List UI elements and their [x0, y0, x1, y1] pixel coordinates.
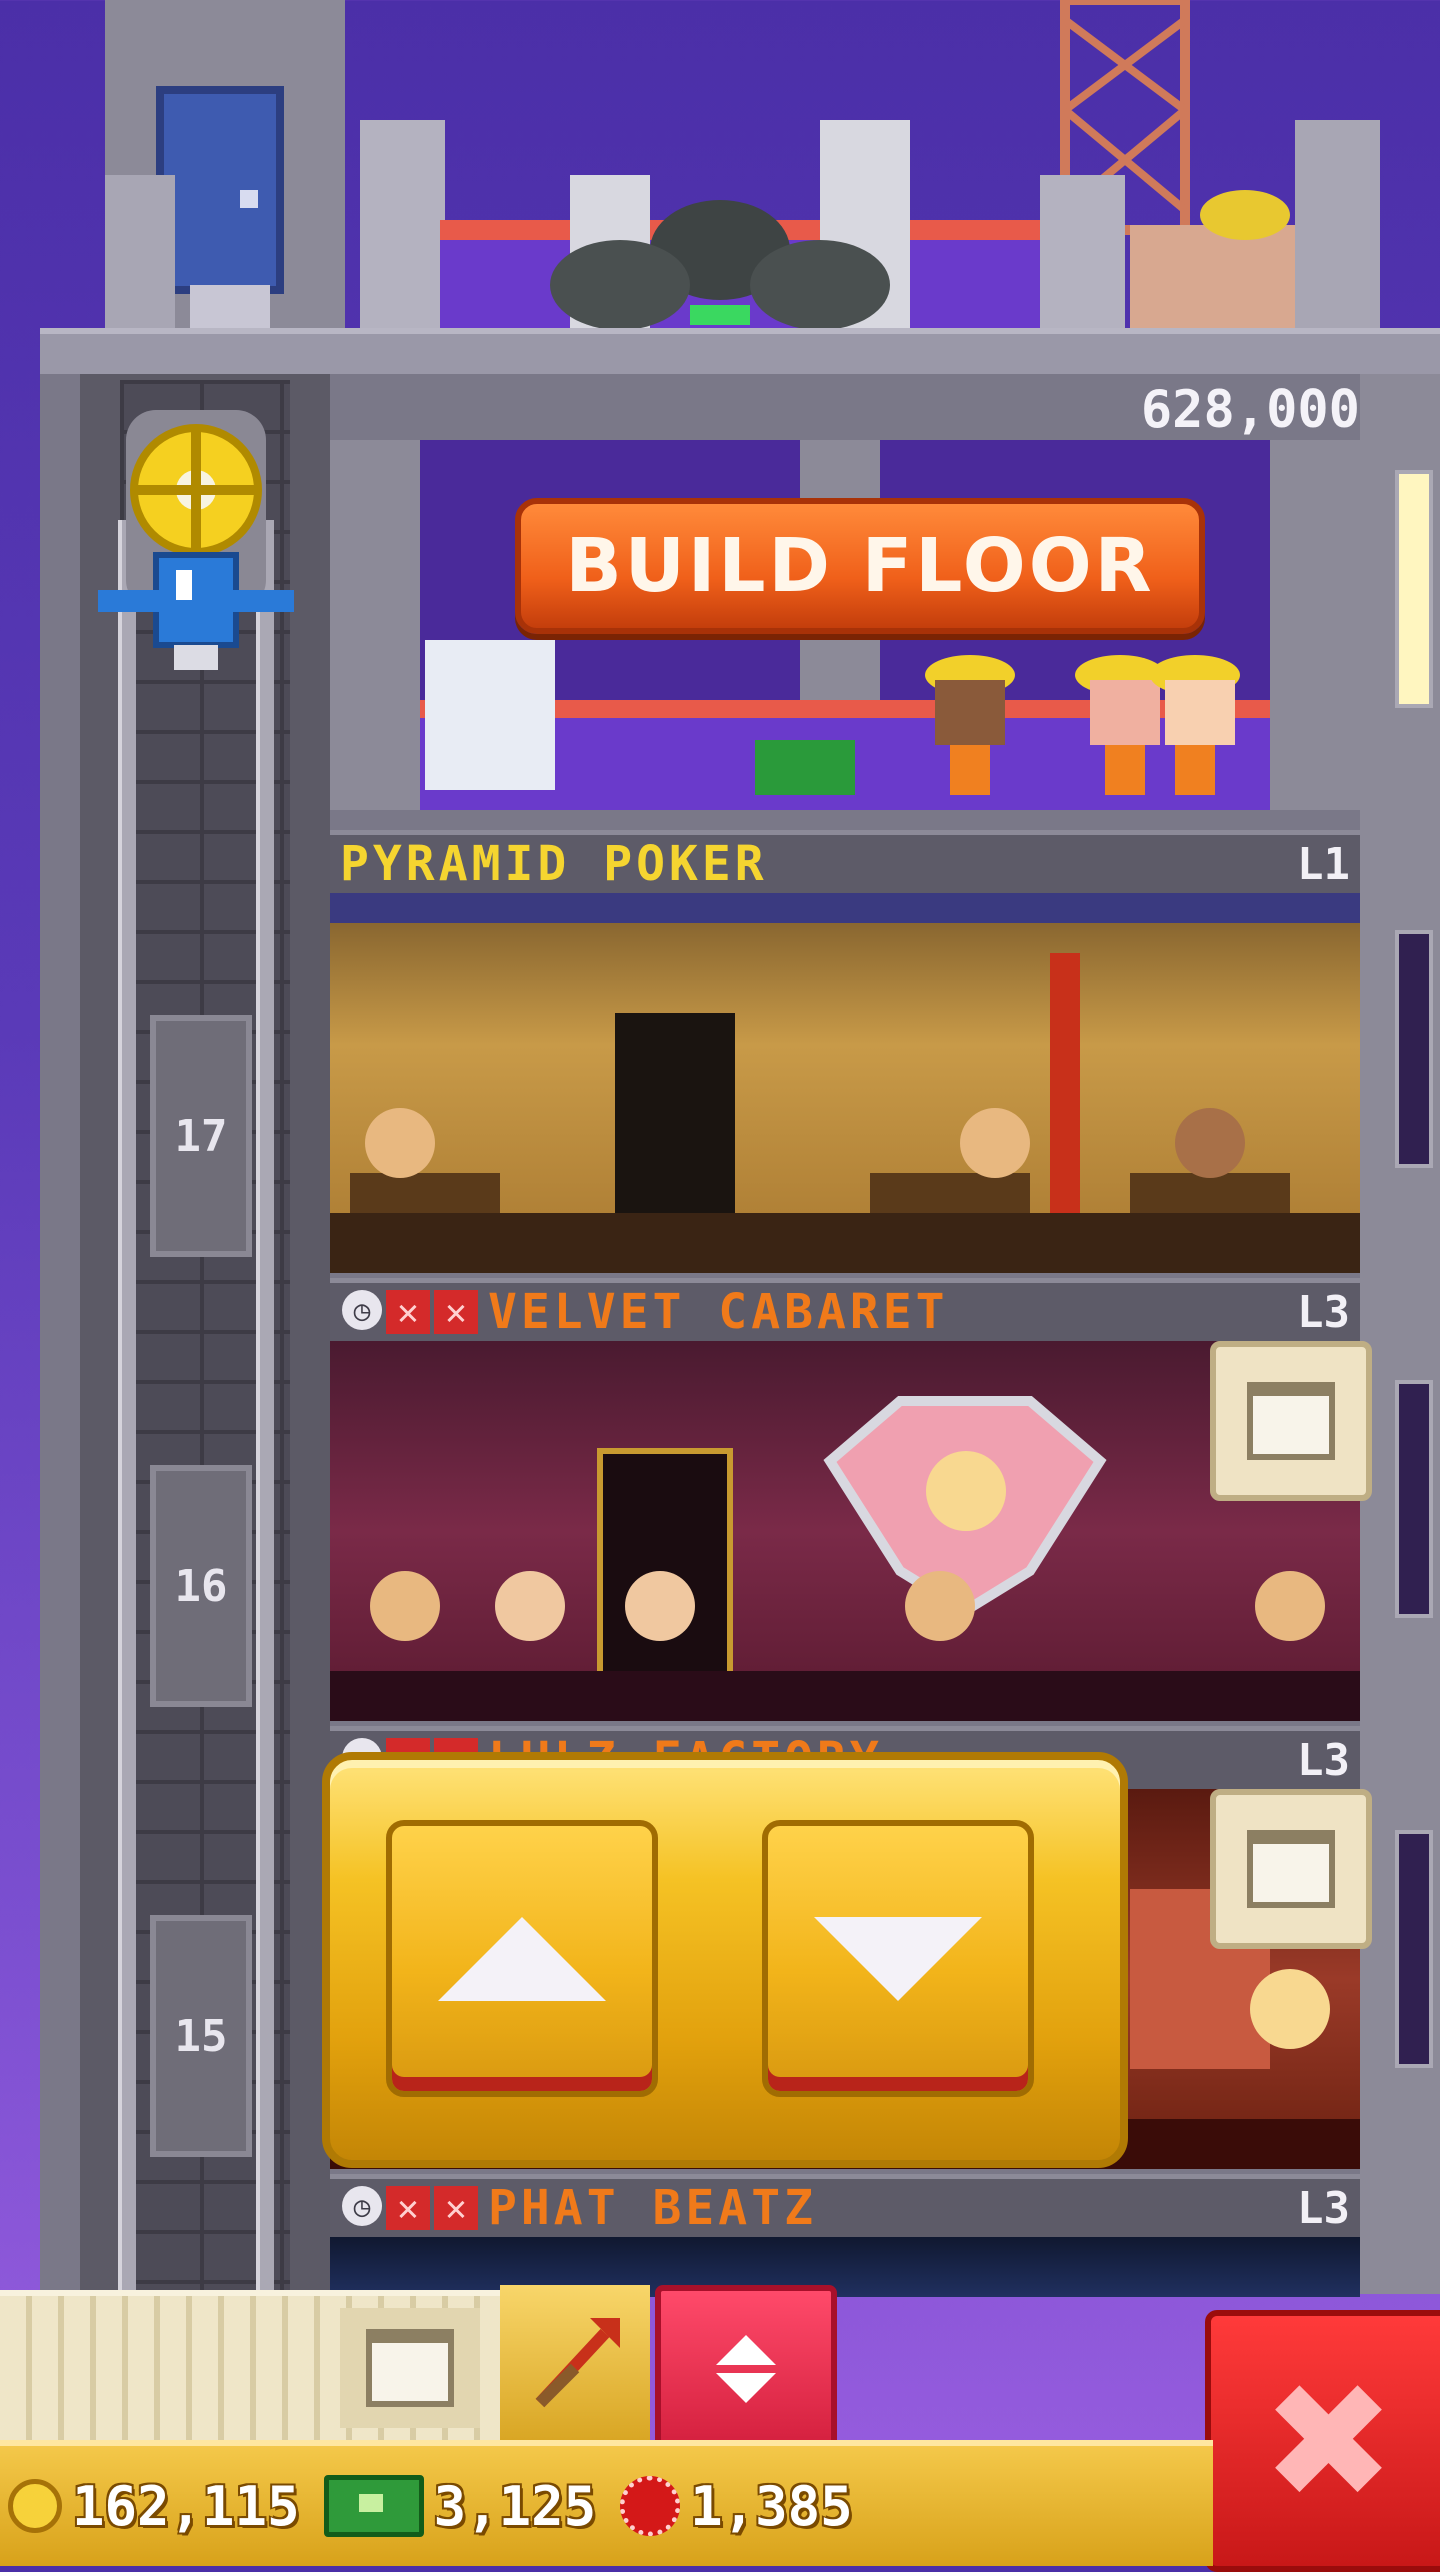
floor-level: L3 — [1297, 1286, 1350, 1338]
stock-crate-button[interactable] — [1210, 1341, 1372, 1501]
roof-scene — [0, 0, 1440, 350]
build-tool-button[interactable] — [500, 2285, 650, 2440]
build-floor-button[interactable]: BUILD FLOOR — [515, 498, 1205, 634]
shaft-floor-number: 16 — [150, 1465, 252, 1707]
bux-icon — [323, 2475, 424, 2537]
floor-header-velvet-cabaret: ◷ ✕ ✕ VELVET CABARET L3 — [330, 1278, 1360, 1346]
crate-icon — [366, 2329, 454, 2407]
floor-header-pyramid-poker: PYRAMID POKER L1 — [330, 830, 1360, 898]
x-mark-icon: ✕ — [386, 1290, 430, 1334]
crate-strip[interactable] — [0, 2290, 500, 2441]
stock-all-button[interactable] — [340, 2308, 480, 2428]
shaft-rail-left — [118, 520, 136, 2320]
floor-level: L3 — [1297, 2182, 1350, 2234]
clock-icon: ◷ — [342, 2186, 382, 2226]
floor-name: PYRAMID POKER — [340, 836, 768, 892]
x-mark-icon: ✕ — [386, 2186, 430, 2230]
velvet-cabaret-scene — [330, 1396, 1360, 1721]
floor-header-phat-beatz: ◷ ✕ ✕ PHAT BEATZ L3 — [330, 2174, 1360, 2242]
stock-crate-button[interactable] — [1210, 1789, 1372, 1949]
clock-icon: ◷ — [342, 1290, 382, 1330]
coins-value: 162,115 — [72, 2474, 300, 2538]
floor-phat-beatz[interactable] — [330, 2237, 1360, 2297]
elevator-updown-icon — [716, 2334, 776, 2365]
x-mark-icon: ✕ — [434, 1290, 478, 1334]
floor-cost: 628,000 — [1140, 380, 1360, 440]
floor-name: PHAT BEATZ — [488, 2180, 817, 2236]
elevator-up-button[interactable] — [386, 1820, 658, 2097]
floor-status-icons: ◷ ✕ ✕ — [342, 2186, 478, 2230]
coin-icon — [8, 2479, 62, 2533]
crate-icon — [1247, 1382, 1335, 1460]
floor-velvet-cabaret[interactable] — [330, 1341, 1360, 1721]
elevator-icon — [98, 410, 294, 670]
elevator-mode-button[interactable] — [655, 2285, 837, 2452]
shaft-floor-number: 17 — [150, 1015, 252, 1257]
shaft-rail-right — [256, 520, 274, 2320]
floor-level: L3 — [1297, 1734, 1350, 1786]
currency-bar: 162,115 3,125 1,385 — [0, 2440, 1213, 2566]
up-arrow-icon — [438, 1916, 606, 2001]
crate-icon — [1247, 1830, 1335, 1908]
bux-stat: 3,125 — [323, 2474, 597, 2538]
floor-level: L1 — [1297, 838, 1350, 890]
floor-pyramid-poker[interactable] — [330, 893, 1360, 1273]
chip-icon — [620, 2476, 681, 2536]
roof-illustration — [105, 0, 1380, 330]
chips-value: 1,385 — [690, 2474, 853, 2538]
pyramid-poker-scene — [330, 893, 1360, 1273]
side-window — [1395, 930, 1433, 1168]
floor-status-icons: ◷ ✕ ✕ — [342, 1290, 478, 1334]
bux-value: 3,125 — [433, 2474, 597, 2538]
down-arrow-icon — [814, 1916, 982, 2001]
side-window — [1395, 1830, 1433, 2068]
elevator-down-button[interactable] — [762, 1820, 1034, 2097]
elevator-control-panel — [322, 1752, 1128, 2168]
chips-stat: 1,385 — [620, 2475, 853, 2538]
floor-name: VELVET CABARET — [488, 1284, 949, 1340]
shaft-floor-number: 15 — [150, 1915, 252, 2157]
side-window — [1395, 1380, 1433, 1618]
hammer-icon — [535, 2317, 620, 2407]
coins-stat: 162,115 — [8, 2475, 300, 2538]
close-button[interactable]: ✖ — [1205, 2310, 1440, 2572]
elevator-car[interactable] — [96, 410, 296, 690]
side-window — [1395, 470, 1433, 708]
x-mark-icon: ✕ — [434, 2186, 478, 2230]
